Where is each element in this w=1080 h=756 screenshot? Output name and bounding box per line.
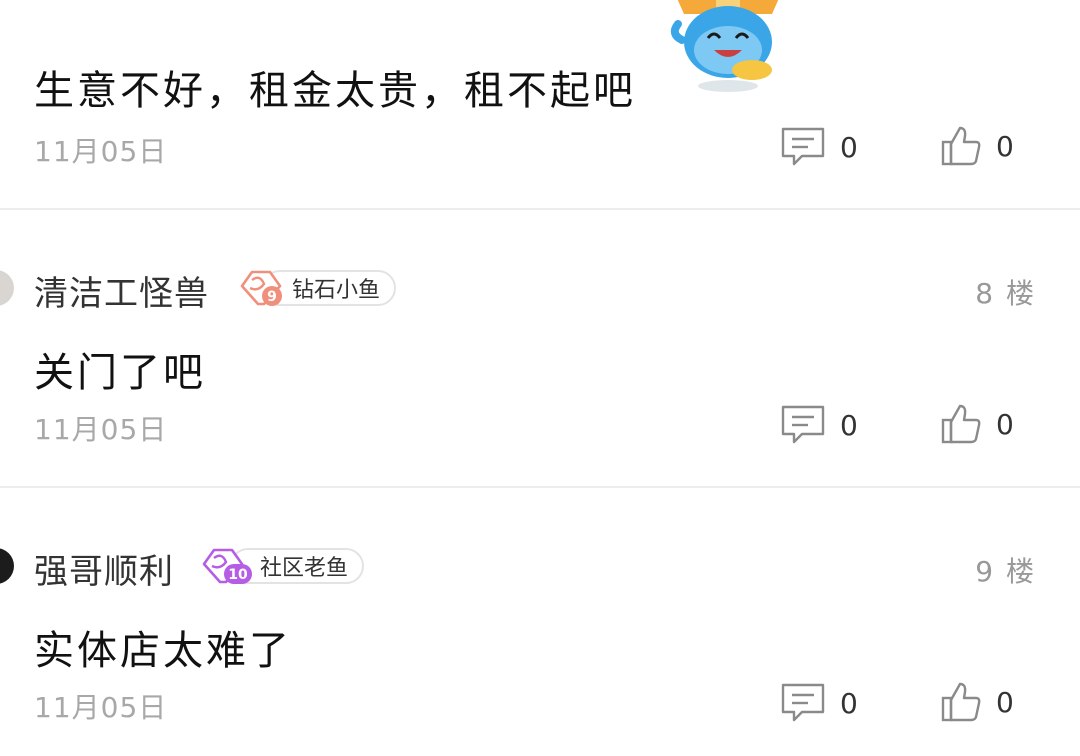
like-count: 0 bbox=[996, 407, 1014, 441]
thumbs-up-icon bbox=[941, 126, 981, 166]
like-count: 0 bbox=[996, 685, 1014, 719]
thumbs-up-icon bbox=[941, 682, 981, 722]
comment-text: 实体店太难了 bbox=[34, 628, 292, 674]
reply-count: 0 bbox=[840, 686, 858, 720]
like-button[interactable]: 0 bbox=[940, 124, 1014, 168]
fish-badge-icon: 9 bbox=[240, 270, 282, 306]
reply-button[interactable]: 0 bbox=[780, 126, 858, 168]
thumbs-up-icon bbox=[941, 404, 981, 444]
comment-item-3: 强哥顺利 10 社区老鱼 9 楼 实体店太难了 11月05日 0 0 bbox=[0, 488, 1080, 756]
like-button[interactable]: 0 bbox=[940, 680, 1014, 724]
like-button[interactable]: 0 bbox=[940, 402, 1014, 446]
level-badge: 9 钻石小鱼 bbox=[236, 270, 397, 306]
comment-icon bbox=[781, 405, 825, 444]
badge-level: 9 bbox=[267, 289, 277, 305]
comment-icon bbox=[781, 683, 825, 722]
reply-button[interactable]: 0 bbox=[780, 404, 858, 446]
floor-number: 9 楼 bbox=[975, 555, 1036, 588]
reply-button[interactable]: 0 bbox=[780, 682, 858, 724]
comment-text: 关门了吧 bbox=[34, 350, 206, 396]
comment-date: 11月05日 bbox=[34, 691, 168, 724]
fish-mascot-sticker-icon bbox=[670, 0, 779, 92]
fish-badge-icon: 10 bbox=[202, 548, 252, 584]
comment-date: 11月05日 bbox=[34, 413, 168, 446]
username[interactable]: 清洁工怪兽 bbox=[34, 266, 209, 315]
comment-item-2: 清洁工怪兽 9 钻石小鱼 8 楼 关门了吧 11月05日 0 0 bbox=[0, 210, 1080, 486]
reply-count: 0 bbox=[840, 408, 858, 442]
comment-item-1: 生意不好，租金太贵，租不起吧 11月05日 0 0 bbox=[0, 0, 1080, 210]
badge-level: 10 bbox=[228, 567, 248, 583]
reply-count: 0 bbox=[840, 130, 858, 164]
comment-icon bbox=[781, 127, 825, 166]
floor-number: 8 楼 bbox=[975, 277, 1036, 310]
level-badge: 10 社区老鱼 bbox=[198, 548, 365, 584]
username[interactable]: 强哥顺利 bbox=[34, 544, 174, 593]
comment-date: 11月05日 bbox=[34, 135, 168, 168]
avatar[interactable] bbox=[0, 548, 14, 584]
avatar[interactable] bbox=[0, 270, 14, 306]
like-count: 0 bbox=[996, 129, 1014, 163]
comment-text: 生意不好，租金太贵，租不起吧 bbox=[34, 68, 636, 114]
